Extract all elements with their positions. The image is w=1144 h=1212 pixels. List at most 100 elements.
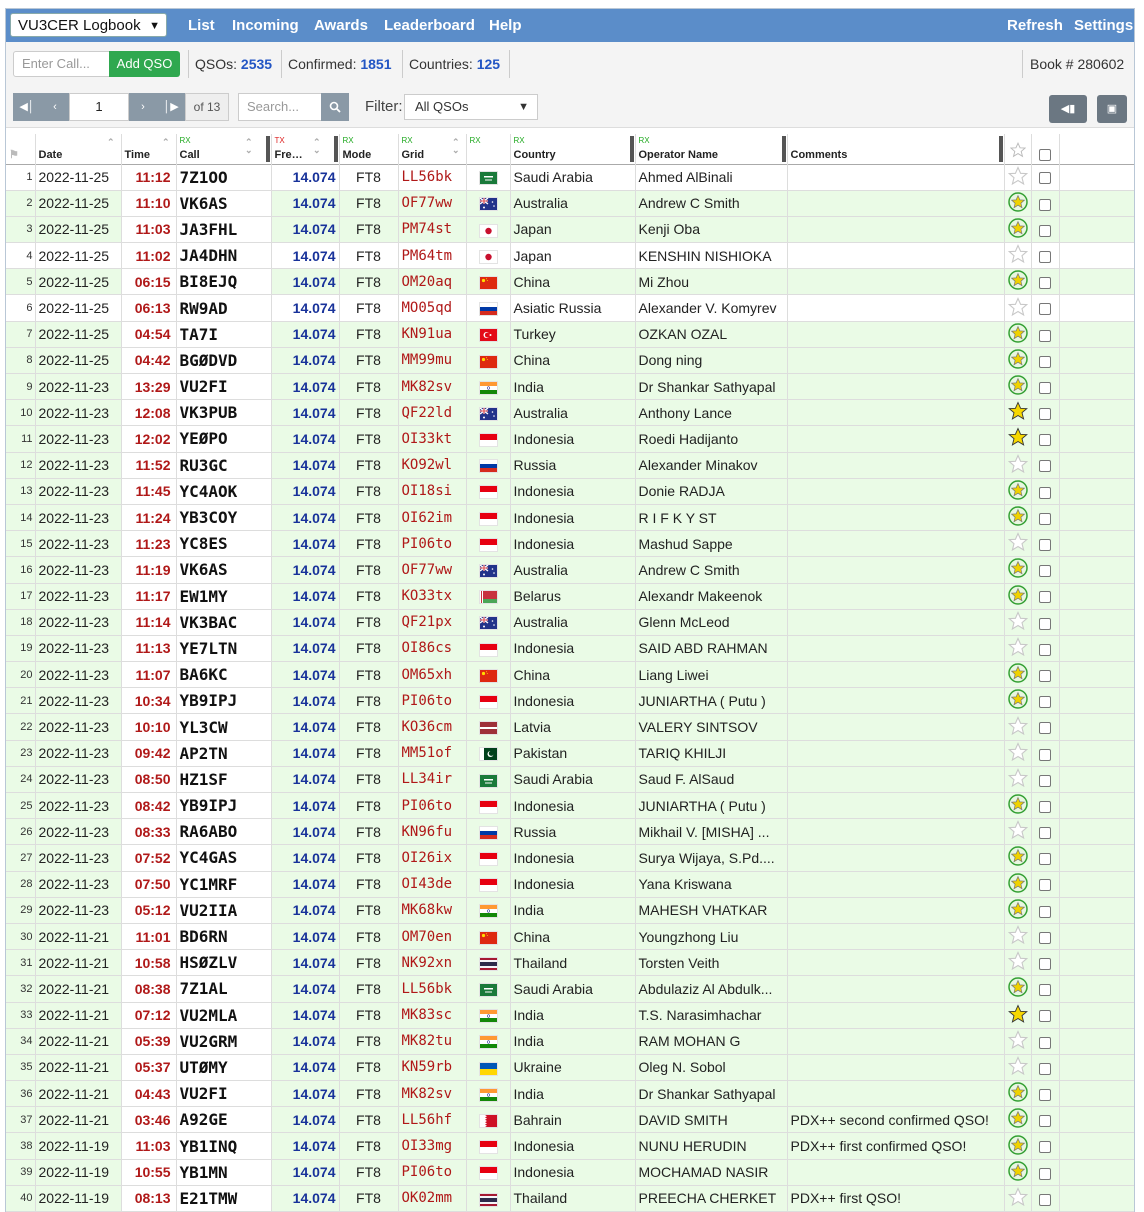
table-row[interactable]: 36 2022-11-21 04:43 VU2FI 14.074 FT8 MK82sv Ind… xyxy=(6,1080,1134,1108)
col-flag-header[interactable]: ⚑ xyxy=(6,134,36,164)
checkbox[interactable] xyxy=(1039,1167,1051,1180)
table-row[interactable]: 32 2022-11-21 08:38 7Z1AL 14.074 FT8 LL56bk Sau… xyxy=(6,975,1134,1003)
table-row[interactable]: 39 2022-11-19 10:55 YB1MN 14.074 FT8 PI06to Ind… xyxy=(6,1159,1134,1186)
checkbox[interactable] xyxy=(1039,1036,1051,1049)
checkbox[interactable] xyxy=(1039,486,1051,499)
table-row[interactable]: 23 2022-11-23 09:42 AP2TN 14.074 FT8 MM51of Pak… xyxy=(6,740,1134,767)
star-outline-icon[interactable] xyxy=(1004,1185,1032,1212)
row-checkbox[interactable] xyxy=(1031,871,1060,898)
checkbox[interactable] xyxy=(1039,1088,1051,1101)
filter-select[interactable]: All QSOs ▼ xyxy=(404,94,538,120)
star-outline-icon[interactable] xyxy=(1004,294,1032,322)
confirmed-star-icon[interactable] xyxy=(1004,504,1032,532)
confirmed-star-icon[interactable] xyxy=(1004,661,1032,689)
row-checkbox[interactable] xyxy=(1031,1054,1060,1082)
confirmed-star-icon[interactable] xyxy=(1004,897,1032,924)
qso-callsign[interactable]: A92GE xyxy=(176,1106,272,1134)
nav-list[interactable]: List xyxy=(188,9,215,42)
qso-callsign[interactable]: VK6AS xyxy=(176,190,272,217)
row-checkbox[interactable] xyxy=(1031,609,1060,636)
qso-callsign[interactable]: YC8ES xyxy=(176,530,272,558)
star-outline-icon[interactable] xyxy=(1004,818,1032,846)
table-row[interactable]: 38 2022-11-19 11:03 YB1INQ 14.074 FT8 OI33mg In… xyxy=(6,1132,1134,1160)
next-page-icon[interactable]: › xyxy=(129,93,157,121)
star-outline-icon[interactable] xyxy=(1004,1028,1032,1055)
star-outline-icon[interactable] xyxy=(1004,740,1032,767)
table-row[interactable]: 19 2022-11-23 11:13 YE7LTN 14.074 FT8 OI86cs In… xyxy=(6,635,1134,663)
qso-callsign[interactable]: UTØMY xyxy=(176,1054,272,1082)
resize-handle[interactable] xyxy=(629,136,634,162)
checkbox[interactable] xyxy=(1039,198,1051,211)
confirmed-star-icon[interactable] xyxy=(1004,975,1032,1003)
prev-page-icon[interactable]: ‹ xyxy=(41,93,69,121)
checkbox[interactable] xyxy=(1039,800,1051,813)
resize-handle[interactable] xyxy=(781,136,786,162)
row-checkbox[interactable] xyxy=(1031,713,1060,741)
nav-awards[interactable]: Awards xyxy=(314,9,368,42)
qso-callsign[interactable]: YC4AOK xyxy=(176,478,272,505)
row-checkbox[interactable] xyxy=(1031,373,1060,401)
star-outline-icon[interactable] xyxy=(1004,949,1032,977)
star-outline-icon[interactable] xyxy=(1004,164,1032,191)
qso-callsign[interactable]: VU2FI xyxy=(176,373,272,401)
qso-callsign[interactable]: 7Z1AL xyxy=(176,975,272,1003)
confirmed-star-icon[interactable] xyxy=(1004,347,1032,375)
table-row[interactable]: 37 2022-11-21 03:46 A92GE 14.074 FT8 LL56hf Bah… xyxy=(6,1106,1134,1134)
checkbox[interactable] xyxy=(1039,617,1051,630)
table-row[interactable]: 17 2022-11-23 11:17 EW1MY 14.074 FT8 KO33tx Bel… xyxy=(6,583,1134,610)
table-row[interactable]: 35 2022-11-21 05:37 UTØMY 14.074 FT8 KN59rb Ukr… xyxy=(6,1054,1134,1082)
star-outline-icon[interactable] xyxy=(1004,923,1032,951)
resize-handle[interactable] xyxy=(333,136,338,162)
qso-callsign[interactable]: RW9AD xyxy=(176,294,272,322)
checkbox[interactable] xyxy=(1039,408,1051,421)
table-row[interactable]: 7 2022-11-25 04:54 TA7I 14.074 FT8 KN91ua Turke… xyxy=(6,321,1134,348)
col-star[interactable] xyxy=(1004,134,1032,164)
row-checkbox[interactable] xyxy=(1031,975,1060,1003)
table-row[interactable]: 13 2022-11-23 11:45 YC4AOK 14.074 FT8 OI18si In… xyxy=(6,478,1134,505)
table-row[interactable]: 4 2022-11-25 11:02 JA4DHN 14.074 FT8 PM64tm Jap… xyxy=(6,242,1134,270)
table-row[interactable]: 1 2022-11-25 11:12 7Z1OO 14.074 FT8 LL56bk Saud… xyxy=(6,164,1134,191)
search-input[interactable]: Search... xyxy=(238,93,322,121)
checkbox[interactable] xyxy=(1039,329,1051,342)
table-row[interactable]: 25 2022-11-23 08:42 YB9IPJ 14.074 FT8 PI06to In… xyxy=(6,792,1134,820)
qso-callsign[interactable]: VK3BAC xyxy=(176,609,272,636)
qso-callsign[interactable]: VK6AS xyxy=(176,556,272,584)
qso-callsign[interactable]: BA6KC xyxy=(176,661,272,689)
row-checkbox[interactable] xyxy=(1031,321,1060,348)
confirmed-star-icon[interactable] xyxy=(1004,216,1032,244)
folder-button[interactable]: ◀▮ xyxy=(1049,95,1087,123)
qso-callsign[interactable]: JA4DHN xyxy=(176,242,272,270)
checkbox[interactable] xyxy=(1039,1115,1051,1128)
star-icon[interactable] xyxy=(1004,399,1032,427)
confirmed-star-icon[interactable] xyxy=(1004,190,1032,217)
star-outline-icon[interactable] xyxy=(1004,713,1032,741)
checkbox[interactable] xyxy=(1039,1010,1051,1023)
qso-callsign[interactable]: RU3GC xyxy=(176,452,272,479)
qso-callsign[interactable]: YE7LTN xyxy=(176,635,272,663)
row-checkbox[interactable] xyxy=(1031,294,1060,322)
checkbox[interactable] xyxy=(1039,250,1051,263)
resize-handle[interactable] xyxy=(998,136,1003,162)
row-checkbox[interactable] xyxy=(1031,452,1060,479)
table-row[interactable]: 14 2022-11-23 11:24 YB3COY 14.074 FT8 OI62im In… xyxy=(6,504,1134,532)
table-row[interactable]: 9 2022-11-23 13:29 VU2FI 14.074 FT8 MK82sv Indi… xyxy=(6,373,1134,401)
row-checkbox[interactable] xyxy=(1031,1185,1060,1212)
row-checkbox[interactable] xyxy=(1031,949,1060,977)
col-country-flag[interactable]: RX xyxy=(466,134,511,164)
row-checkbox[interactable] xyxy=(1031,897,1060,924)
row-checkbox[interactable] xyxy=(1031,1002,1060,1029)
checkbox[interactable] xyxy=(1039,643,1051,656)
row-checkbox[interactable] xyxy=(1031,923,1060,951)
checkbox[interactable] xyxy=(1039,931,1051,944)
qso-callsign[interactable]: 7Z1OO xyxy=(176,164,272,191)
star-icon[interactable] xyxy=(1004,1002,1032,1029)
row-checkbox[interactable] xyxy=(1031,530,1060,558)
checkbox[interactable] xyxy=(1039,355,1051,368)
row-checkbox[interactable] xyxy=(1031,504,1060,532)
checkbox[interactable] xyxy=(1039,669,1051,682)
checkbox[interactable] xyxy=(1039,984,1051,997)
table-row[interactable]: 11 2022-11-23 12:02 YEØPO 14.074 FT8 OI33kt Ind… xyxy=(6,425,1134,453)
confirmed-star-icon[interactable] xyxy=(1004,556,1032,584)
checkbox[interactable] xyxy=(1039,1141,1051,1154)
star-outline-icon[interactable] xyxy=(1004,635,1032,663)
